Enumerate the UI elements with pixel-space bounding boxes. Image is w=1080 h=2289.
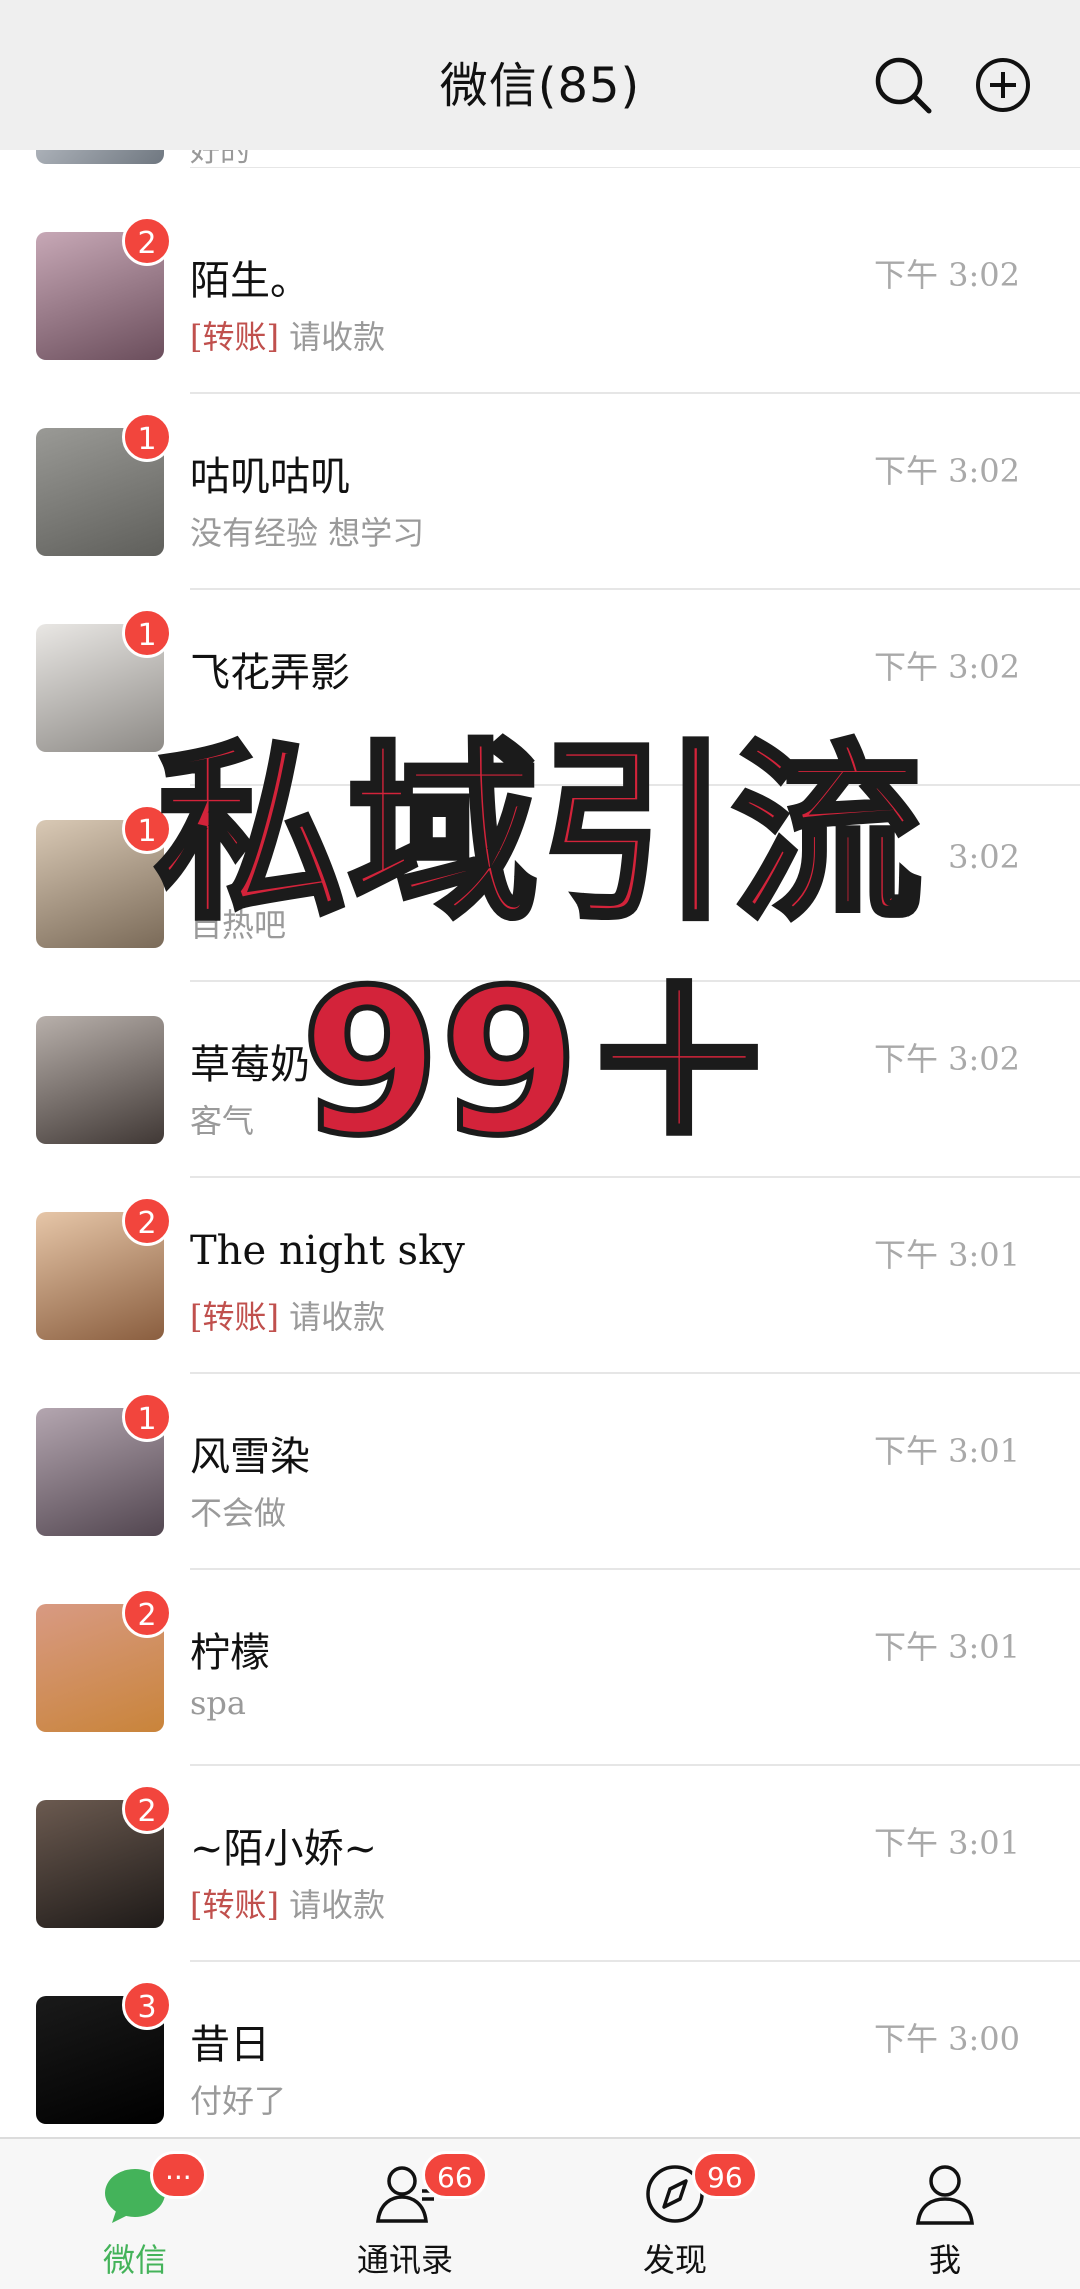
contact-name: 咕叽咕叽 [190,454,350,500]
message-preview: [转账] 请收款 [190,1880,385,1926]
overlay-count: 99＋ [298,944,782,1183]
chat-row[interactable]: 2 The night sky [转账] 请收款 下午 3:01 [0,1178,1080,1374]
message-preview: 没有经验 想学习 [190,508,424,554]
contact-name: 风雪染 [190,1434,310,1480]
transfer-tag: [转账] [190,1298,279,1336]
tab-chats[interactable]: ··· 微信 [0,2139,270,2289]
unread-badge: 2 [122,1588,172,1638]
message-time: 下午 3:02 [873,256,1020,294]
preview-text: 请收款 [278,318,386,356]
unread-badge: 2 [122,1784,172,1834]
message-time: 下午 3:01 [873,1628,1020,1666]
unread-badge: 2 [122,216,172,266]
tab-badge: 66 [422,2151,488,2199]
chat-row[interactable]: 1 风雪染不会做 下午 3:01 [0,1374,1080,1570]
tab-label: 通讯录 [356,2241,453,2279]
add-icon[interactable] [972,54,1034,116]
tab-label: 我 [928,2241,961,2279]
chat-row[interactable]: 1 咕叽咕叽没有经验 想学习 下午 3:02 [0,394,1080,590]
unread-badge: 1 [122,608,172,658]
message-time: 下午 3:01 [873,1236,1020,1274]
message-time: 下午 3:00 [873,2020,1020,2058]
message-preview: 不会做 [190,1488,286,1534]
message-preview: [转账] 请收款 [190,312,385,358]
preview-text: 付好了 [190,2082,287,2120]
tab-badge: 96 [692,2151,758,2199]
search-icon[interactable] [872,54,934,116]
unread-badge: 1 [122,1392,172,1442]
transfer-tag: [转账] [190,318,279,356]
preview-text: spa [190,1684,246,1722]
preview-text: 请收款 [278,1298,386,1336]
preview-text: 不会做 [190,1494,287,1532]
tab-contacts[interactable]: 66 通讯录 [270,2139,540,2289]
message-time: 下午 3:01 [873,1432,1020,1470]
top-bar: 微信(85) [0,0,1080,150]
unread-badge: 3 [122,1980,172,2030]
unread-badge: 2 [122,1196,172,1246]
message-time: 下午 3:02 [873,452,1020,490]
tab-label: 发现 [642,2241,707,2279]
chat-row[interactable]: 2 柠檬 spa 下午 3:01 [0,1570,1080,1766]
tab-me[interactable]: 我 [810,2139,1080,2289]
bottom-tab-bar: ··· 微信 66 通讯录 96 发现 我 [0,2137,1080,2289]
preview-text: 没有经验 想学习 [190,514,425,552]
contact-name: The night sky [190,1228,465,1274]
message-preview: spa [190,1684,246,1722]
chat-row[interactable]: 2 ~陌小娇~ [转账] 请收款 下午 3:01 [0,1766,1080,1962]
unread-badge: 1 [122,412,172,462]
preview-text: 请收款 [278,1886,386,1924]
contact-name: 昔日 [190,2022,270,2068]
contact-name: 陌生。 [190,258,310,304]
message-preview: [转账] 请收款 [190,1292,385,1338]
contact-name: ~陌小娇~ [190,1826,378,1872]
contact-name: 柠檬 [190,1630,270,1676]
divider [190,167,1080,168]
message-preview: 付好了 [190,2076,286,2122]
transfer-tag: [转账] [190,1886,279,1924]
chat-row[interactable]: 2 陌生。 [转账] 请收款 下午 3:02 [0,198,1080,394]
tab-badge: ··· [150,2151,207,2199]
person-icon [916,2165,974,2225]
tab-discover[interactable]: 96 发现 [540,2139,810,2289]
message-time: 下午 3:01 [873,1824,1020,1862]
tab-label: 微信 [102,2241,167,2279]
chat-row[interactable]: 3 昔日付好了 下午 3:00 [0,1962,1080,2158]
